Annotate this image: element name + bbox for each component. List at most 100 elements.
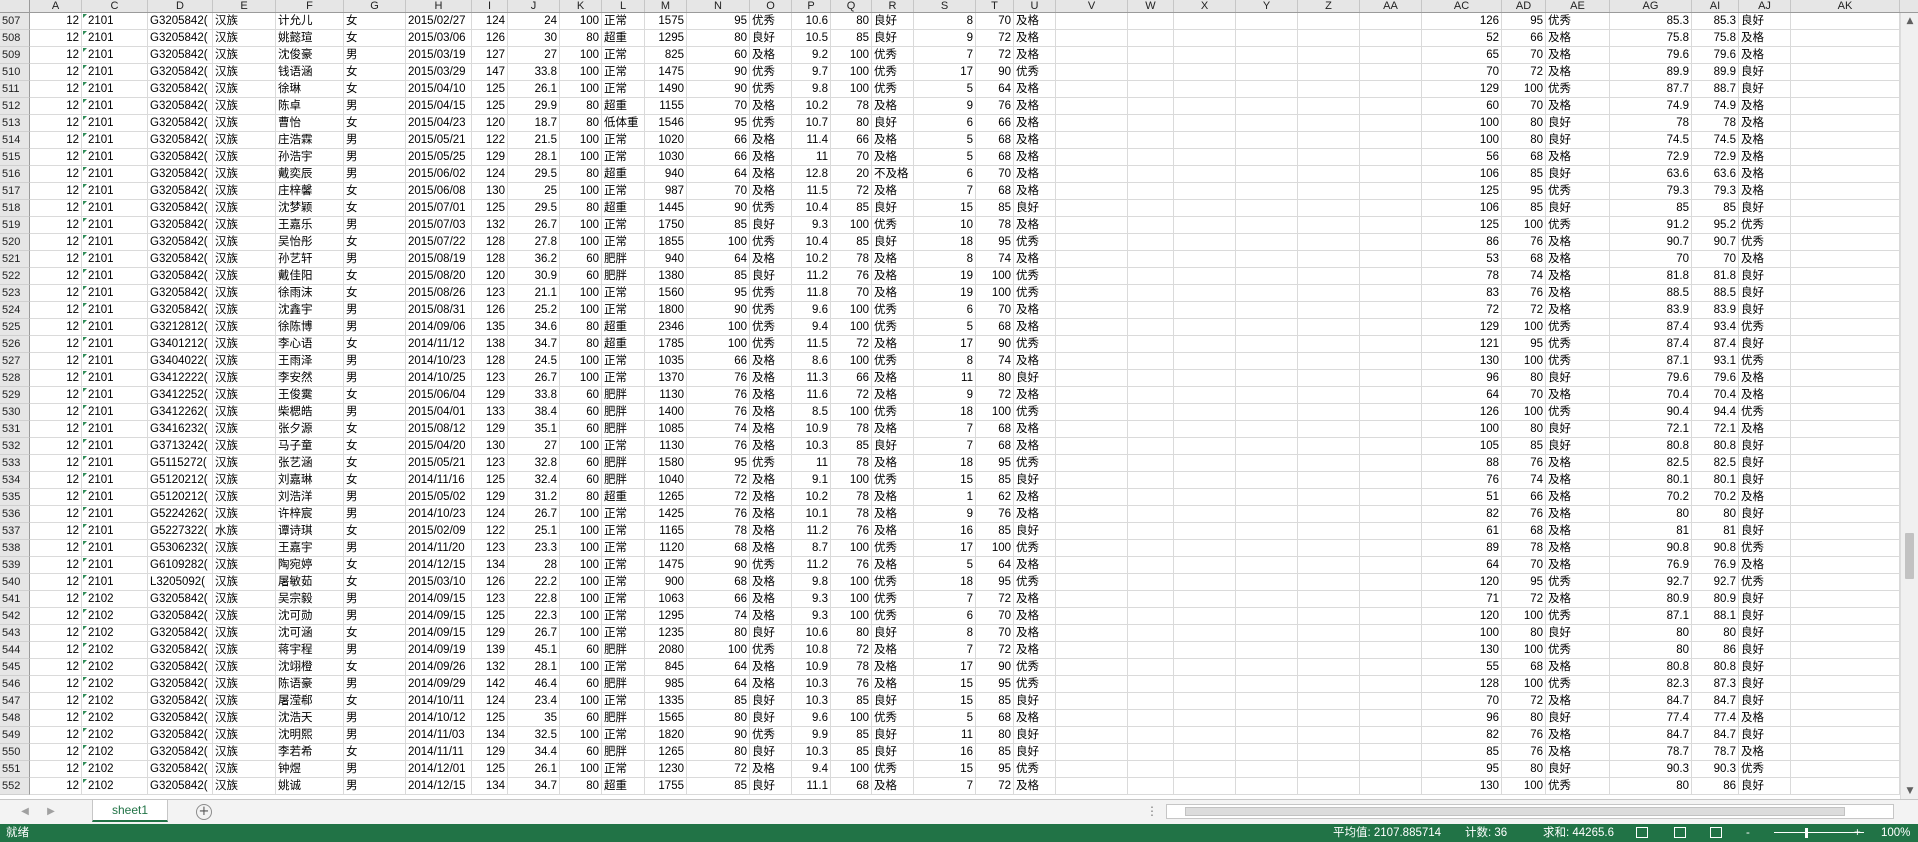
- cell-g[interactable]: 女: [344, 421, 406, 438]
- cell-ae[interactable]: 优秀: [1546, 13, 1610, 30]
- cell-q[interactable]: 100: [831, 217, 872, 234]
- cell-f[interactable]: 沈俊豪: [276, 47, 344, 64]
- cell-ac[interactable]: 72: [1422, 302, 1502, 319]
- cell-p[interactable]: 11.2: [792, 557, 831, 574]
- cell-f[interactable]: 谭诗琪: [276, 523, 344, 540]
- cell-c[interactable]: 2102: [82, 659, 148, 676]
- cell-r[interactable]: 良好: [872, 744, 914, 761]
- cell-i[interactable]: 125: [472, 761, 508, 778]
- cell-e[interactable]: 汉族: [213, 659, 276, 676]
- cell-e[interactable]: 汉族: [213, 744, 276, 761]
- cell-z[interactable]: [1298, 353, 1360, 370]
- cell-a[interactable]: 12: [30, 591, 82, 608]
- cell-t[interactable]: 80: [976, 727, 1014, 744]
- cell-a[interactable]: 12: [30, 13, 82, 30]
- cell-o[interactable]: 及格: [750, 676, 792, 693]
- page-layout-view-icon[interactable]: [1674, 827, 1686, 838]
- cell-x[interactable]: [1174, 251, 1236, 268]
- select-all-corner[interactable]: [0, 0, 30, 12]
- row-number[interactable]: 510: [0, 64, 30, 81]
- cell-j[interactable]: 25: [508, 183, 560, 200]
- cell-r[interactable]: 及格: [872, 387, 914, 404]
- cell-ad[interactable]: 74: [1502, 268, 1546, 285]
- cell-ac[interactable]: 130: [1422, 353, 1502, 370]
- cell-f[interactable]: 沈鑫宇: [276, 302, 344, 319]
- cell-s[interactable]: 10: [914, 217, 976, 234]
- cell-x[interactable]: [1174, 285, 1236, 302]
- cell-m[interactable]: 1155: [645, 98, 687, 115]
- cell-ag[interactable]: 84.7: [1610, 693, 1692, 710]
- column-header-i[interactable]: I: [472, 0, 508, 12]
- cell-d[interactable]: G3205842(: [148, 693, 213, 710]
- cell-ag[interactable]: 81.8: [1610, 268, 1692, 285]
- cell-s[interactable]: 5: [914, 557, 976, 574]
- cell-y[interactable]: [1236, 744, 1298, 761]
- cell-n2[interactable]: 95: [687, 455, 750, 472]
- cell-l[interactable]: 正常: [602, 761, 645, 778]
- cell-r[interactable]: 及格: [872, 455, 914, 472]
- cell-q[interactable]: 78: [831, 455, 872, 472]
- cell-d[interactable]: G5227322(: [148, 523, 213, 540]
- cell-r[interactable]: 优秀: [872, 591, 914, 608]
- cell-m[interactable]: 1785: [645, 336, 687, 353]
- cell-s[interactable]: 11: [914, 370, 976, 387]
- cell-x[interactable]: [1174, 166, 1236, 183]
- cell-l[interactable]: 肥胖: [602, 268, 645, 285]
- cell-n2[interactable]: 100: [687, 234, 750, 251]
- cell-k[interactable]: 60: [560, 744, 602, 761]
- cell-v[interactable]: [1056, 438, 1128, 455]
- zoom-level[interactable]: 100%: [1881, 824, 1910, 842]
- cell-aj[interactable]: 良好: [1739, 200, 1791, 217]
- cell-w[interactable]: [1128, 370, 1174, 387]
- cell-ak[interactable]: [1791, 30, 1900, 47]
- cell-ad[interactable]: 74: [1502, 472, 1546, 489]
- cell-i[interactable]: 125: [472, 710, 508, 727]
- cell-d[interactable]: G3205842(: [148, 98, 213, 115]
- cell-v[interactable]: [1056, 404, 1128, 421]
- cell-u[interactable]: 及格: [1014, 557, 1056, 574]
- cell-v[interactable]: [1056, 557, 1128, 574]
- cell-e[interactable]: 汉族: [213, 166, 276, 183]
- cell-ad[interactable]: 100: [1502, 217, 1546, 234]
- column-header-j[interactable]: J: [508, 0, 560, 12]
- row-number[interactable]: 544: [0, 642, 30, 659]
- cell-aa[interactable]: [1360, 268, 1422, 285]
- cell-g[interactable]: 女: [344, 81, 406, 98]
- cell-w[interactable]: [1128, 778, 1174, 795]
- cell-c[interactable]: 2101: [82, 234, 148, 251]
- cell-l[interactable]: 正常: [602, 659, 645, 676]
- cell-f[interactable]: 蒋宇程: [276, 642, 344, 659]
- cell-ac[interactable]: 52: [1422, 30, 1502, 47]
- cell-d[interactable]: G3205842(: [148, 81, 213, 98]
- cell-v[interactable]: [1056, 574, 1128, 591]
- cell-u[interactable]: 及格: [1014, 98, 1056, 115]
- row-number[interactable]: 513: [0, 115, 30, 132]
- cell-t[interactable]: 72: [976, 778, 1014, 795]
- cell-g[interactable]: 女: [344, 115, 406, 132]
- cell-aj[interactable]: 良好: [1739, 285, 1791, 302]
- cell-ak[interactable]: [1791, 234, 1900, 251]
- cell-ag[interactable]: 79.6: [1610, 370, 1692, 387]
- cell-c[interactable]: 2102: [82, 608, 148, 625]
- cell-z[interactable]: [1298, 472, 1360, 489]
- cell-ae[interactable]: 及格: [1546, 455, 1610, 472]
- cell-q[interactable]: 78: [831, 98, 872, 115]
- cell-aj[interactable]: 良好: [1739, 302, 1791, 319]
- cell-t[interactable]: 68: [976, 710, 1014, 727]
- cell-y[interactable]: [1236, 285, 1298, 302]
- cell-r[interactable]: 及格: [872, 489, 914, 506]
- cell-m[interactable]: 1475: [645, 64, 687, 81]
- cell-s[interactable]: 5: [914, 81, 976, 98]
- cell-y[interactable]: [1236, 608, 1298, 625]
- cell-p[interactable]: 11.5: [792, 336, 831, 353]
- cell-x[interactable]: [1174, 778, 1236, 795]
- cell-w[interactable]: [1128, 319, 1174, 336]
- cell-k[interactable]: 80: [560, 166, 602, 183]
- cell-z[interactable]: [1298, 438, 1360, 455]
- column-header-r[interactable]: R: [872, 0, 914, 12]
- cell-g[interactable]: 女: [344, 30, 406, 47]
- cell-ak[interactable]: [1791, 132, 1900, 149]
- cell-k[interactable]: 60: [560, 642, 602, 659]
- page-break-view-icon[interactable]: [1710, 827, 1722, 838]
- cell-j[interactable]: 34.7: [508, 778, 560, 795]
